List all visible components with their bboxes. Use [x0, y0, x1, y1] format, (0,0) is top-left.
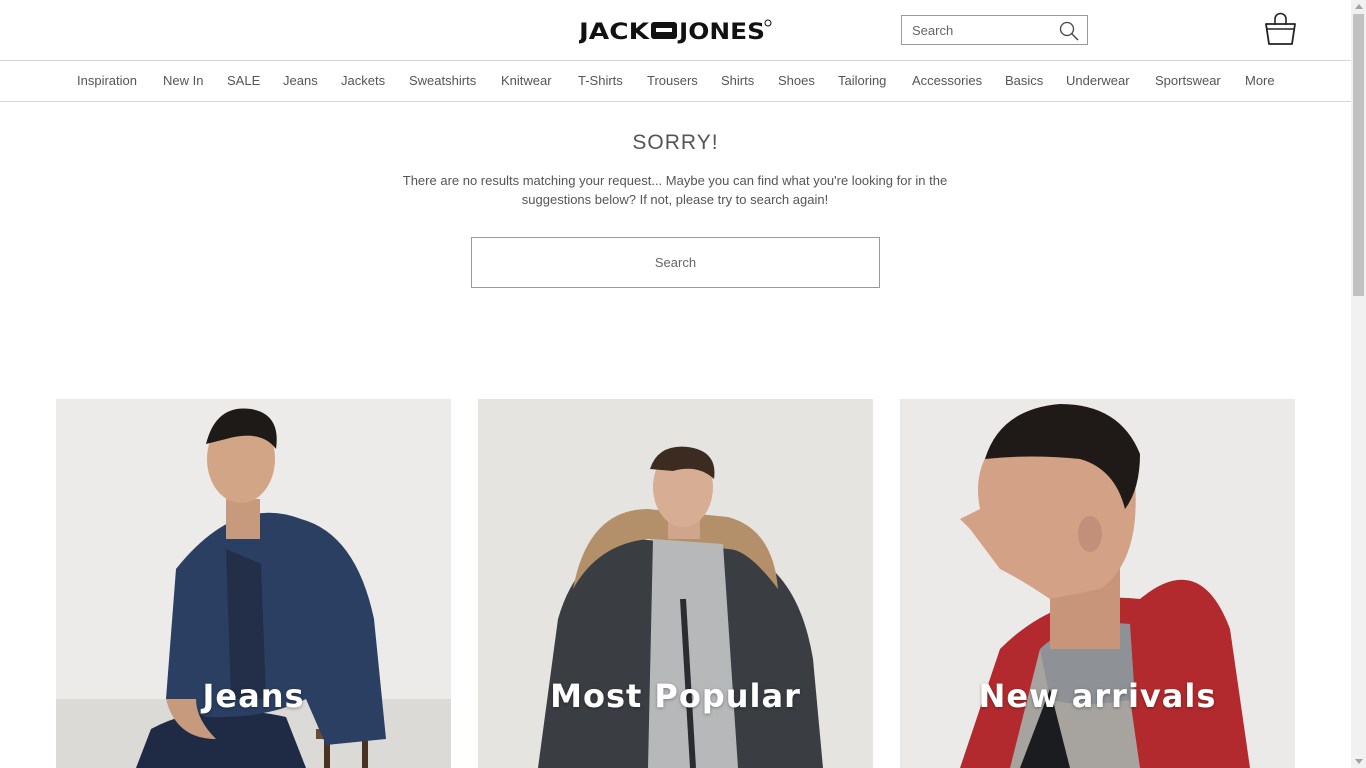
nav-item-shirts[interactable]: Shirts — [721, 73, 754, 88]
svg-text:JACK: JACK — [579, 20, 650, 44]
tile-jeans[interactable]: Jeans — [56, 399, 451, 768]
nav-item-sweatshirts[interactable]: Sweatshirts — [409, 73, 476, 88]
page-title: SORRY! — [632, 131, 719, 154]
tile-label-most-popular: Most Popular — [550, 677, 801, 715]
nav-item-tailoring[interactable]: Tailoring — [838, 73, 886, 88]
main-search-input[interactable] — [472, 238, 879, 287]
svg-text:JONES: JONES — [677, 20, 765, 44]
nav-item-jackets[interactable]: Jackets — [341, 73, 385, 88]
nav-item-shoes[interactable]: Shoes — [778, 73, 815, 88]
nav-item-sportswear[interactable]: Sportswear — [1155, 73, 1221, 88]
scroll-down-arrow-icon[interactable] — [1355, 759, 1363, 764]
scrollbar-thumb[interactable] — [1353, 14, 1364, 296]
basket-icon[interactable] — [1264, 12, 1297, 46]
nav-item-more[interactable]: More — [1245, 73, 1275, 88]
header: JACK JONES — [0, 0, 1351, 61]
page: JACK JONES Insp — [0, 0, 1351, 768]
nav-item-sale[interactable]: SALE — [227, 73, 260, 88]
nav-item-t-shirts[interactable]: T-Shirts — [578, 73, 623, 88]
tile-label-new-arrivals: New arrivals — [978, 677, 1217, 715]
nav-item-trousers[interactable]: Trousers — [647, 73, 698, 88]
tile-label-jeans: Jeans — [202, 677, 305, 715]
search-icon[interactable] — [1059, 21, 1079, 41]
main-search[interactable] — [471, 237, 880, 288]
header-search[interactable] — [901, 15, 1088, 45]
nav-item-new-in[interactable]: New In — [163, 73, 203, 88]
header-search-input[interactable] — [902, 16, 1062, 44]
nav-item-inspiration[interactable]: Inspiration — [77, 73, 137, 88]
nav-item-accessories[interactable]: Accessories — [912, 73, 982, 88]
main-navigation: Inspiration New In SALE Jeans Jackets Sw… — [0, 61, 1351, 102]
nav-item-basics[interactable]: Basics — [1005, 73, 1043, 88]
scroll-up-arrow-icon[interactable] — [1355, 4, 1363, 9]
vertical-scrollbar[interactable] — [1351, 0, 1366, 768]
jack-jones-logo[interactable]: JACK JONES — [579, 18, 772, 44]
tile-most-popular[interactable]: Most Popular — [478, 399, 873, 768]
nav-item-knitwear[interactable]: Knitwear — [501, 73, 552, 88]
tile-new-arrivals[interactable]: New arrivals — [900, 399, 1295, 768]
nav-item-underwear[interactable]: Underwear — [1066, 73, 1130, 88]
no-results-message: There are no results matching your reque… — [402, 173, 948, 207]
nav-item-jeans[interactable]: Jeans — [283, 73, 318, 88]
